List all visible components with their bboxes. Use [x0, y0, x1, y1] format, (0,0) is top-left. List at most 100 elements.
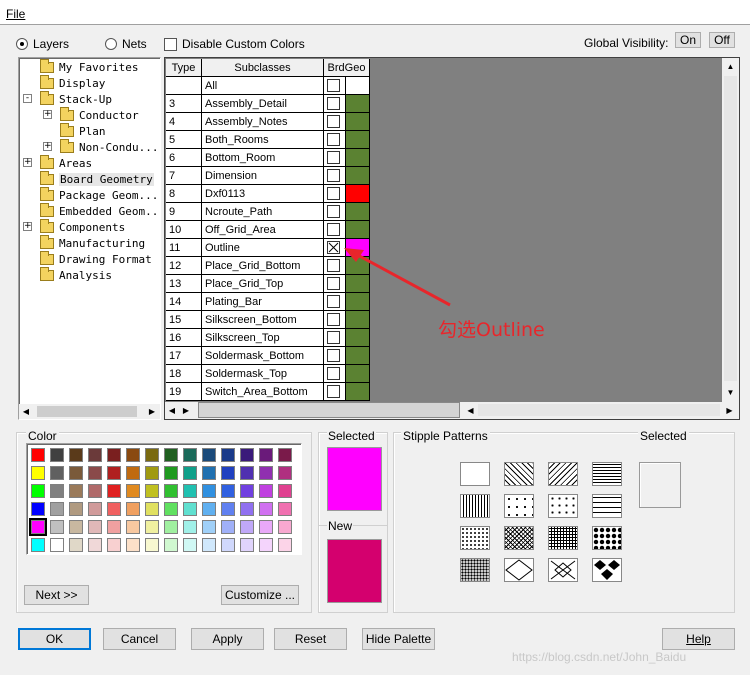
stipple-pattern-plus-dots-icon[interactable]	[548, 494, 578, 518]
palette-swatch[interactable]	[221, 466, 235, 480]
row-visibility-checkbox[interactable]	[327, 115, 340, 128]
palette-swatch[interactable]	[278, 466, 292, 480]
row-visibility-cell[interactable]	[324, 383, 346, 401]
row-visibility-checkbox[interactable]	[327, 169, 340, 182]
row-visibility-cell[interactable]	[324, 221, 346, 239]
palette-swatch[interactable]	[240, 538, 254, 552]
row-visibility-checkbox[interactable]	[327, 97, 340, 110]
nets-radio[interactable]: Nets	[105, 37, 147, 51]
row-color-swatch[interactable]	[346, 95, 370, 113]
palette-swatch[interactable]	[107, 484, 121, 498]
row-subclass-name[interactable]: Assembly_Notes	[202, 113, 324, 131]
column-header-brdgeo[interactable]: BrdGeo	[324, 59, 370, 77]
row-visibility-cell[interactable]	[324, 365, 346, 383]
row-visibility-cell[interactable]	[324, 167, 346, 185]
tree-scroll-thumb[interactable]	[37, 406, 137, 417]
palette-swatch[interactable]	[183, 466, 197, 480]
palette-swatch[interactable]	[69, 520, 83, 534]
row-subclass-name[interactable]: Plating_Bar	[202, 293, 324, 311]
row-subclass-name[interactable]: Soldermask_Bottom	[202, 347, 324, 365]
palette-swatch[interactable]	[240, 520, 254, 534]
ok-button[interactable]: OK	[18, 628, 91, 650]
palette-swatch[interactable]	[107, 466, 121, 480]
disable-custom-colors-box[interactable]	[164, 37, 177, 51]
column-header-subclasses[interactable]: Subclasses	[202, 59, 324, 77]
row-subclass-name[interactable]: Off_Grid_Area	[202, 221, 324, 239]
stipple-pattern-horizontal-icon[interactable]	[592, 462, 622, 486]
palette-swatch[interactable]	[126, 538, 140, 552]
tree-item[interactable]: Drawing Format	[40, 250, 152, 267]
palette-swatch[interactable]	[221, 448, 235, 462]
palette-swatch[interactable]	[164, 448, 178, 462]
tree-item[interactable]: Display	[40, 74, 105, 91]
palette-swatch[interactable]	[88, 466, 102, 480]
row-subclass-name[interactable]: Assembly_Detail	[202, 95, 324, 113]
palette-swatch[interactable]	[259, 448, 273, 462]
grid-scroll-down-icon[interactable]: ▼	[722, 384, 739, 400]
tree-item[interactable]: + Non-Condu...	[43, 138, 158, 155]
palette-swatch[interactable]	[126, 502, 140, 516]
grid-vscrollbar[interactable]: ▲ ▼	[722, 58, 739, 402]
palette-swatch[interactable]	[31, 538, 45, 552]
row-visibility-checkbox[interactable]	[327, 205, 340, 218]
tree-item[interactable]: Analysis	[40, 266, 112, 283]
palette-swatch[interactable]	[88, 448, 102, 462]
grid-hscrollbar[interactable]: ◀ ▶ ◀ ▶	[165, 402, 739, 419]
palette-swatch[interactable]	[31, 466, 45, 480]
palette-swatch[interactable]	[240, 448, 254, 462]
hide-palette-button[interactable]: Hide Palette	[362, 628, 435, 650]
row-visibility-cell[interactable]	[324, 95, 346, 113]
tree-item[interactable]: + Components	[23, 218, 125, 235]
palette-swatch[interactable]	[240, 502, 254, 516]
row-color-swatch[interactable]	[346, 203, 370, 221]
row-subclass-name[interactable]: Dimension	[202, 167, 324, 185]
row-subclass-name[interactable]: Place_Grid_Top	[202, 275, 324, 293]
palette-swatch[interactable]	[31, 502, 45, 516]
stipple-pattern-speckle-icon[interactable]	[460, 558, 490, 582]
palette-swatch[interactable]	[164, 520, 178, 534]
expand-icon[interactable]: +	[23, 158, 32, 167]
tree-item[interactable]: Manufacturing	[40, 234, 145, 251]
row-visibility-checkbox[interactable]	[327, 385, 340, 398]
palette-swatch[interactable]	[50, 484, 64, 498]
tree-item[interactable]: Package Geom...	[40, 186, 158, 203]
palette-swatch[interactable]	[183, 502, 197, 516]
nets-radio-button[interactable]	[105, 38, 117, 50]
palette-swatch[interactable]	[29, 518, 47, 536]
row-visibility-cell[interactable]	[324, 185, 346, 203]
palette-swatch[interactable]	[126, 448, 140, 462]
grid-scroll-up-icon[interactable]: ▲	[722, 58, 739, 74]
all-color-cell[interactable]	[346, 77, 370, 95]
expand-icon[interactable]: +	[43, 110, 52, 119]
row-subclass-name[interactable]: Switch_Area_Bottom	[202, 383, 324, 401]
global-on-button[interactable]: On	[675, 32, 701, 48]
palette-swatch[interactable]	[259, 520, 273, 534]
grid-hscroll-right-icon[interactable]: ▶	[722, 402, 737, 418]
stipple-pattern-dense-dots-icon[interactable]	[592, 526, 622, 550]
palette-swatch[interactable]	[145, 538, 159, 552]
palette-swatch[interactable]	[69, 466, 83, 480]
palette-swatch[interactable]	[107, 448, 121, 462]
palette-swatch[interactable]	[69, 448, 83, 462]
palette-swatch[interactable]	[278, 520, 292, 534]
palette-swatch[interactable]	[202, 502, 216, 516]
palette-swatch[interactable]	[240, 484, 254, 498]
expand-icon[interactable]: +	[43, 142, 52, 151]
row-visibility-checkbox[interactable]	[327, 187, 340, 200]
palette-swatch[interactable]	[107, 538, 121, 552]
tree-item[interactable]: + Conductor	[43, 106, 139, 123]
tree-scroll-left-icon[interactable]: ◀	[19, 404, 33, 419]
row-color-swatch[interactable]	[346, 149, 370, 167]
palette-swatch[interactable]	[50, 538, 64, 552]
row-subclass-name[interactable]: Soldermask_Top	[202, 365, 324, 383]
palette-swatch[interactable]	[31, 448, 45, 462]
row-visibility-checkbox[interactable]	[327, 133, 340, 146]
row-visibility-cell[interactable]	[324, 347, 346, 365]
palette-swatch[interactable]	[164, 484, 178, 498]
palette-swatch[interactable]	[126, 520, 140, 534]
tree-item[interactable]: + Areas	[23, 154, 92, 171]
row-visibility-checkbox[interactable]	[327, 313, 340, 326]
stipple-pattern-crosshatch-icon[interactable]	[504, 526, 534, 550]
palette-swatch[interactable]	[221, 484, 235, 498]
apply-button[interactable]: Apply	[191, 628, 264, 650]
